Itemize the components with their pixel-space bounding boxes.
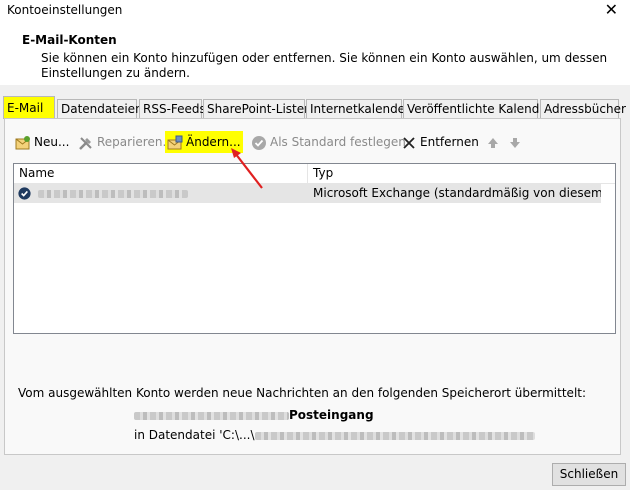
default-account-check-icon	[18, 187, 31, 200]
tab-adressbuecher[interactable]: Adressbücher	[540, 99, 626, 118]
delivery-datafile-prefix: in Datendatei 'C:\...\	[134, 428, 255, 442]
repair-button[interactable]: Reparieren...	[78, 131, 174, 153]
remove-x-icon	[403, 136, 415, 149]
redacted-account-name	[37, 189, 188, 198]
change-account-icon	[167, 135, 183, 149]
dialog-body: E-Mail Datendateien RSS-Feeds SharePoint…	[0, 85, 630, 490]
set-default-button[interactable]: Als Standard festlegen	[251, 131, 406, 153]
change-button-label: Ändern...	[186, 135, 241, 149]
section-description: Sie können ein Konto hinzufügen oder ent…	[41, 51, 608, 80]
toolbar: Neu... Reparieren... Ändern... Als Stand…	[13, 131, 613, 153]
arrow-down-icon	[510, 137, 520, 148]
delivery-folder-suffix: Posteingang	[289, 408, 374, 422]
window-title: Kontoeinstellungen	[7, 3, 123, 17]
column-header-name[interactable]: Name	[14, 164, 306, 183]
dialog-header: E-Mail-Konten Sie können ein Konto hinzu…	[0, 22, 630, 85]
tab-internetkalender[interactable]: Internetkalender	[306, 99, 410, 118]
redacted-datafile-path	[254, 431, 535, 440]
remove-button[interactable]: Entfernen	[401, 131, 479, 153]
table-row[interactable]: Microsoft Exchange (standardmäßig von di…	[14, 184, 601, 203]
tools-icon	[79, 136, 92, 150]
close-icon[interactable]: ✕	[605, 0, 618, 20]
delivery-folder: Posteingang	[134, 408, 374, 422]
tab-email[interactable]: E-Mail	[3, 96, 55, 119]
move-down-button[interactable]	[507, 131, 526, 153]
new-button-label: Neu...	[34, 135, 70, 149]
checkmark-circle-icon	[252, 135, 266, 150]
arrow-up-icon	[488, 137, 498, 148]
remove-button-label: Entfernen	[420, 135, 479, 149]
delivery-info-text: Vom ausgewählten Konto werden neue Nachr…	[18, 386, 587, 400]
account-name-cell	[18, 184, 303, 203]
redacted-mailbox-name	[134, 411, 289, 420]
tab-sharepoint-listen[interactable]: SharePoint-Listen	[203, 99, 312, 118]
tab-veroeffentlichte-kalender[interactable]: Veröffentlichte Kalender	[403, 99, 552, 118]
account-list-header: Name Typ	[14, 164, 615, 184]
column-header-type[interactable]: Typ	[307, 164, 613, 183]
repair-button-label: Reparieren...	[97, 135, 174, 149]
email-tab-panel: Neu... Reparieren... Ändern... Als Stand…	[4, 118, 621, 455]
delivery-datafile: in Datendatei 'C:\...\	[134, 428, 535, 442]
tab-datendateien[interactable]: Datendateien	[57, 99, 143, 118]
account-list[interactable]: Name Typ Microsoft Exchange (standardmäß…	[13, 163, 616, 334]
set-default-button-label: Als Standard festlegen	[270, 135, 406, 149]
close-dialog-button[interactable]: Schließen	[552, 463, 626, 486]
move-up-button[interactable]	[485, 131, 504, 153]
new-button[interactable]: Neu...	[15, 131, 69, 153]
new-account-icon	[15, 135, 30, 149]
change-button[interactable]: Ändern...	[165, 131, 243, 153]
section-heading: E-Mail-Konten	[22, 33, 117, 47]
tab-rss-feeds[interactable]: RSS-Feeds	[139, 99, 206, 118]
account-type-cell: Microsoft Exchange (standardmäßig von di…	[313, 186, 601, 200]
title-bar: Kontoeinstellungen ✕	[0, 0, 630, 22]
